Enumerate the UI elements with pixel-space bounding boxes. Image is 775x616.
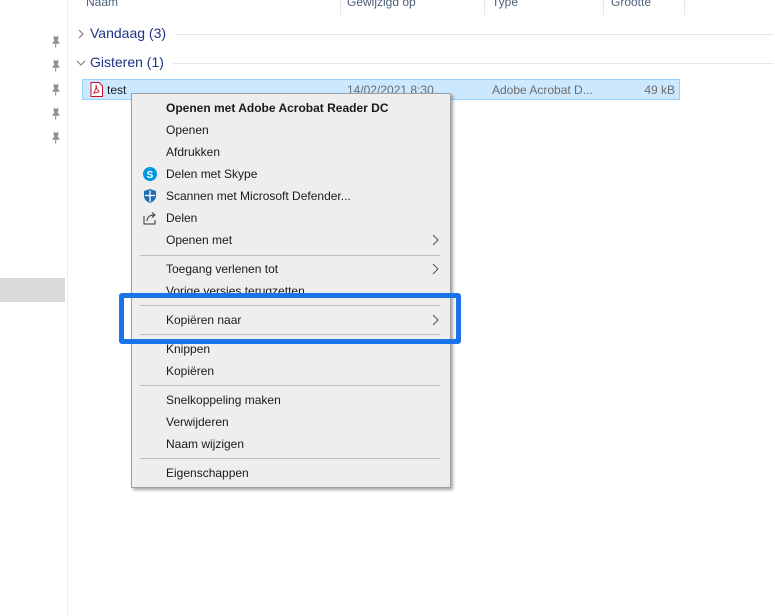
column-divider[interactable] (603, 0, 604, 15)
svg-text:S: S (147, 170, 154, 181)
pin-icon[interactable] (50, 84, 62, 96)
menu-item-copy[interactable]: Kopiëren (132, 360, 450, 382)
menu-item-share-skype[interactable]: S Delen met Skype (132, 163, 450, 185)
chevron-right-icon[interactable] (74, 27, 88, 41)
group-divider (176, 34, 774, 35)
menu-separator (140, 385, 440, 386)
pin-icon[interactable] (50, 36, 62, 48)
column-divider[interactable] (684, 0, 685, 15)
menu-item-open-with-acrobat[interactable]: Openen met Adobe Acrobat Reader DC (132, 97, 450, 119)
menu-item-rename[interactable]: Naam wijzigen (132, 433, 450, 455)
menu-item-label: Openen (166, 123, 209, 137)
menu-item-label: Knippen (166, 342, 211, 356)
menu-item-label: Naam wijzigen (166, 437, 245, 451)
menu-item-print[interactable]: Afdrukken (132, 141, 450, 163)
menu-item-label: Verwijderen (166, 415, 229, 429)
menu-item-label: Openen met Adobe Acrobat Reader DC (166, 101, 389, 115)
pdf-icon (90, 82, 103, 97)
menu-item-open-with[interactable]: Openen met (132, 229, 450, 251)
menu-item-delete[interactable]: Verwijderen (132, 411, 450, 433)
menu-separator (140, 458, 440, 459)
column-name[interactable]: Naam (86, 0, 118, 9)
skype-icon: S (142, 166, 158, 182)
pin-icon[interactable] (50, 108, 62, 120)
menu-item-label: Toegang verlenen tot (166, 262, 279, 276)
column-modified[interactable]: Gewijzigd op (347, 0, 416, 9)
group-divider (173, 63, 774, 64)
chevron-right-icon (430, 234, 440, 246)
menu-item-label: Afdrukken (166, 145, 221, 159)
group-today[interactable]: Vandaag (3) (74, 24, 774, 44)
menu-item-label: Eigenschappen (166, 466, 249, 480)
file-name[interactable]: test (107, 83, 126, 97)
menu-item-label: Delen (166, 211, 198, 225)
defender-icon (142, 188, 158, 204)
menu-item-properties[interactable]: Eigenschappen (132, 462, 450, 484)
navigation-pane (0, 0, 68, 616)
menu-item-label: Snelkoppeling maken (166, 393, 281, 407)
group-yesterday[interactable]: Gisteren (1) (74, 53, 774, 73)
group-title: Gisteren (1) (90, 54, 164, 70)
menu-item-label: Scannen met Microsoft Defender... (166, 189, 351, 203)
menu-separator (140, 255, 440, 256)
chevron-down-icon[interactable] (74, 56, 88, 70)
column-type[interactable]: Type (492, 0, 518, 9)
menu-item-label: Kopiëren (166, 364, 215, 378)
column-size[interactable]: Grootte (611, 0, 651, 9)
column-divider[interactable] (484, 0, 485, 15)
menu-item-create-shortcut[interactable]: Snelkoppeling maken (132, 389, 450, 411)
column-divider[interactable] (340, 0, 341, 15)
file-type: Adobe Acrobat D... (492, 83, 593, 97)
context-menu: Openen met Adobe Acrobat Reader DC Opene… (131, 93, 451, 488)
menu-item-share[interactable]: Delen (132, 207, 450, 229)
menu-item-scan-defender[interactable]: Scannen met Microsoft Defender... (132, 185, 450, 207)
file-size: 49 kB (644, 83, 675, 97)
menu-item-give-access[interactable]: Toegang verlenen tot (132, 258, 450, 280)
menu-item-label: Openen met (166, 233, 233, 247)
chevron-right-icon (430, 263, 440, 275)
nav-selected-item[interactable] (0, 278, 65, 302)
column-header: Naam Gewijzigd op Type Grootte (68, 0, 775, 15)
pin-icon[interactable] (50, 60, 62, 72)
highlight-box (119, 293, 461, 344)
group-title: Vandaag (3) (90, 25, 167, 41)
pin-icon[interactable] (50, 132, 62, 144)
share-icon (142, 210, 158, 226)
menu-item-open[interactable]: Openen (132, 119, 450, 141)
menu-item-label: Delen met Skype (166, 167, 258, 181)
